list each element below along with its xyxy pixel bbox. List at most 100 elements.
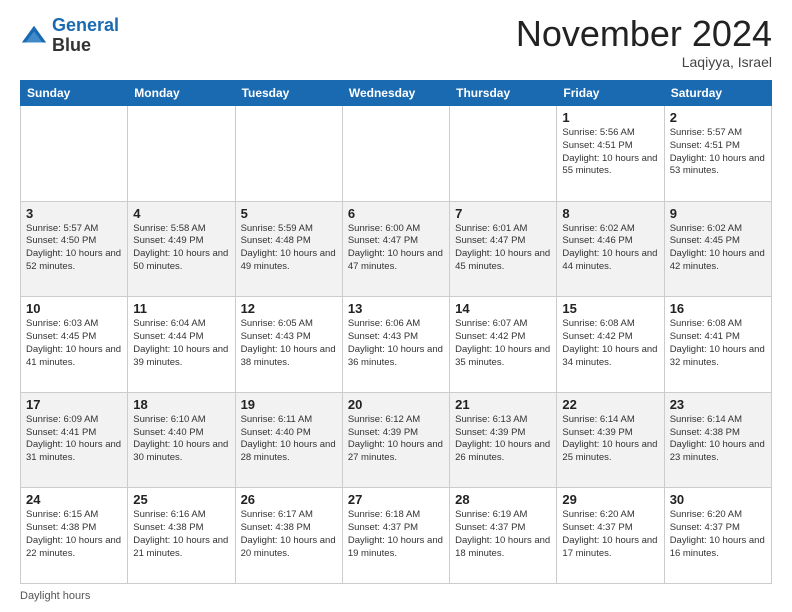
day-number: 16 [670,301,766,316]
day-cell: 12 Sunrise: 6:05 AM Sunset: 4:43 PM Dayli… [235,297,342,393]
month-title: November 2024 [516,16,772,52]
day-info: Sunrise: 6:16 AM Sunset: 4:38 PM Dayligh… [133,509,229,560]
day-info: Sunrise: 6:04 AM Sunset: 4:44 PM Dayligh… [133,318,229,369]
day-number: 1 [562,110,658,125]
day-number: 13 [348,301,444,316]
day-number: 17 [26,397,122,412]
day-info: Sunrise: 6:13 AM Sunset: 4:39 PM Dayligh… [455,414,551,465]
day-info: Sunrise: 6:12 AM Sunset: 4:39 PM Dayligh… [348,414,444,465]
day-cell: 5Sunrise: 5:59 AM Sunset: 4:48 PM Daylig… [235,201,342,297]
day-cell: 2Sunrise: 5:57 AM Sunset: 4:51 PM Daylig… [664,106,771,202]
day-number: 6 [348,206,444,221]
day-cell: 21 Sunrise: 6:13 AM Sunset: 4:39 PM Dayli… [450,392,557,488]
day-cell: 9 Sunrise: 6:02 AM Sunset: 4:45 PM Daylig… [664,201,771,297]
daylight-label: Daylight hours [20,590,90,602]
day-cell: 16 Sunrise: 6:08 AM Sunset: 4:41 PM Dayli… [664,297,771,393]
day-cell: 7 Sunrise: 6:01 AM Sunset: 4:47 PM Daylig… [450,201,557,297]
weekday-header-sunday: Sunday [21,81,128,106]
day-cell [21,106,128,202]
day-cell: 30Sunrise: 6:20 AM Sunset: 4:37 PM Dayli… [664,488,771,584]
day-cell: 19 Sunrise: 6:11 AM Sunset: 4:40 PM Dayli… [235,392,342,488]
day-cell: 1Sunrise: 5:56 AM Sunset: 4:51 PM Daylig… [557,106,664,202]
day-number: 27 [348,492,444,507]
day-number: 10 [26,301,122,316]
day-cell: 24Sunrise: 6:15 AM Sunset: 4:38 PM Dayli… [21,488,128,584]
day-info: Sunrise: 6:20 AM Sunset: 4:37 PM Dayligh… [562,509,658,560]
day-info: Sunrise: 6:09 AM Sunset: 4:41 PM Dayligh… [26,414,122,465]
day-cell: 15Sunrise: 6:08 AM Sunset: 4:42 PM Dayli… [557,297,664,393]
weekday-header-saturday: Saturday [664,81,771,106]
day-info: Sunrise: 5:57 AM Sunset: 4:50 PM Dayligh… [26,223,122,274]
day-number: 26 [241,492,337,507]
day-info: Sunrise: 6:03 AM Sunset: 4:45 PM Dayligh… [26,318,122,369]
day-info: Sunrise: 5:58 AM Sunset: 4:49 PM Dayligh… [133,223,229,274]
weekday-header-friday: Friday [557,81,664,106]
location: Laqiyya, Israel [516,54,772,70]
day-info: Sunrise: 6:17 AM Sunset: 4:38 PM Dayligh… [241,509,337,560]
logo-line2: Blue [52,36,119,56]
weekday-header-monday: Monday [128,81,235,106]
day-number: 8 [562,206,658,221]
day-info: Sunrise: 5:59 AM Sunset: 4:48 PM Dayligh… [241,223,337,274]
day-cell: 17 Sunrise: 6:09 AM Sunset: 4:41 PM Dayli… [21,392,128,488]
day-cell: 23Sunrise: 6:14 AM Sunset: 4:38 PM Dayli… [664,392,771,488]
day-number: 28 [455,492,551,507]
day-info: Sunrise: 6:14 AM Sunset: 4:39 PM Dayligh… [562,414,658,465]
day-info: Sunrise: 6:07 AM Sunset: 4:42 PM Dayligh… [455,318,551,369]
day-cell: 20Sunrise: 6:12 AM Sunset: 4:39 PM Dayli… [342,392,449,488]
calendar-table: SundayMondayTuesdayWednesdayThursdayFrid… [20,80,772,584]
weekday-header-tuesday: Tuesday [235,81,342,106]
day-cell [235,106,342,202]
day-number: 4 [133,206,229,221]
week-row-5: 24Sunrise: 6:15 AM Sunset: 4:38 PM Dayli… [21,488,772,584]
day-info: Sunrise: 6:15 AM Sunset: 4:38 PM Dayligh… [26,509,122,560]
day-cell: 27 Sunrise: 6:18 AM Sunset: 4:37 PM Dayli… [342,488,449,584]
page: General Blue November 2024 Laqiyya, Isra… [0,0,792,612]
day-info: Sunrise: 6:00 AM Sunset: 4:47 PM Dayligh… [348,223,444,274]
week-row-2: 3Sunrise: 5:57 AM Sunset: 4:50 PM Daylig… [21,201,772,297]
day-cell: 8 Sunrise: 6:02 AM Sunset: 4:46 PM Daylig… [557,201,664,297]
logo-line1: General [52,15,119,35]
day-info: Sunrise: 6:10 AM Sunset: 4:40 PM Dayligh… [133,414,229,465]
day-number: 29 [562,492,658,507]
logo-text: General Blue [52,16,119,56]
week-row-1: 1Sunrise: 5:56 AM Sunset: 4:51 PM Daylig… [21,106,772,202]
day-cell: 3Sunrise: 5:57 AM Sunset: 4:50 PM Daylig… [21,201,128,297]
day-info: Sunrise: 6:01 AM Sunset: 4:47 PM Dayligh… [455,223,551,274]
day-number: 11 [133,301,229,316]
day-number: 7 [455,206,551,221]
day-cell: 25Sunrise: 6:16 AM Sunset: 4:38 PM Dayli… [128,488,235,584]
day-cell: 26 Sunrise: 6:17 AM Sunset: 4:38 PM Dayli… [235,488,342,584]
day-number: 12 [241,301,337,316]
footer: Daylight hours [20,590,772,602]
day-info: Sunrise: 6:08 AM Sunset: 4:41 PM Dayligh… [670,318,766,369]
day-cell: 4 Sunrise: 5:58 AM Sunset: 4:49 PM Daylig… [128,201,235,297]
day-cell [342,106,449,202]
day-cell: 22 Sunrise: 6:14 AM Sunset: 4:39 PM Dayli… [557,392,664,488]
day-cell: 6 Sunrise: 6:00 AM Sunset: 4:47 PM Daylig… [342,201,449,297]
day-cell: 13 Sunrise: 6:06 AM Sunset: 4:43 PM Dayli… [342,297,449,393]
day-info: Sunrise: 6:11 AM Sunset: 4:40 PM Dayligh… [241,414,337,465]
day-number: 18 [133,397,229,412]
day-info: Sunrise: 6:05 AM Sunset: 4:43 PM Dayligh… [241,318,337,369]
day-number: 23 [670,397,766,412]
day-number: 19 [241,397,337,412]
header: General Blue November 2024 Laqiyya, Isra… [20,16,772,70]
day-number: 15 [562,301,658,316]
week-row-4: 17 Sunrise: 6:09 AM Sunset: 4:41 PM Dayli… [21,392,772,488]
logo-icon [20,22,48,50]
weekday-header-row: SundayMondayTuesdayWednesdayThursdayFrid… [21,81,772,106]
day-cell: 11 Sunrise: 6:04 AM Sunset: 4:44 PM Dayli… [128,297,235,393]
day-info: Sunrise: 5:57 AM Sunset: 4:51 PM Dayligh… [670,127,766,178]
day-number: 21 [455,397,551,412]
day-info: Sunrise: 6:06 AM Sunset: 4:43 PM Dayligh… [348,318,444,369]
day-cell: 29 Sunrise: 6:20 AM Sunset: 4:37 PM Dayli… [557,488,664,584]
day-number: 9 [670,206,766,221]
week-row-3: 10 Sunrise: 6:03 AM Sunset: 4:45 PM Dayli… [21,297,772,393]
day-number: 22 [562,397,658,412]
day-info: Sunrise: 6:02 AM Sunset: 4:46 PM Dayligh… [562,223,658,274]
day-info: Sunrise: 6:02 AM Sunset: 4:45 PM Dayligh… [670,223,766,274]
day-number: 30 [670,492,766,507]
day-cell [450,106,557,202]
day-info: Sunrise: 6:18 AM Sunset: 4:37 PM Dayligh… [348,509,444,560]
